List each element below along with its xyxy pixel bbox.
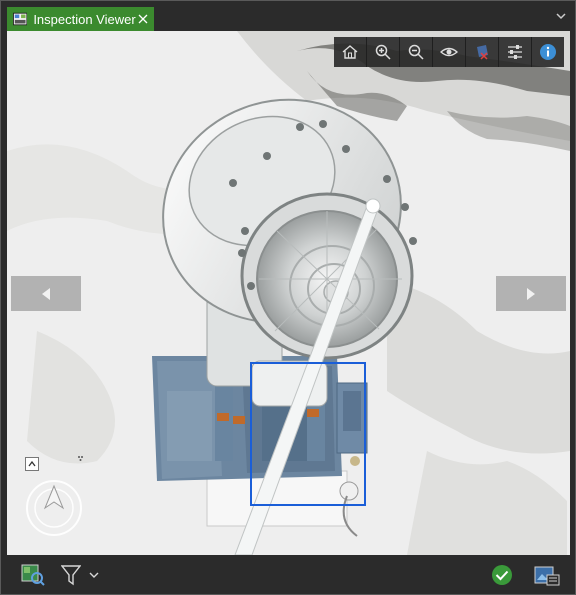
- selection-bounding-box[interactable]: [250, 362, 366, 506]
- next-image-button[interactable]: [496, 276, 566, 311]
- tab-title: Inspection Viewer: [33, 11, 136, 27]
- info-button[interactable]: [532, 37, 564, 67]
- arrow-right-icon: [527, 287, 535, 300]
- image-properties-icon: [534, 566, 560, 586]
- zoom-in-icon: [375, 44, 391, 60]
- image-properties-button[interactable]: [534, 564, 560, 586]
- accept-button[interactable]: [491, 564, 513, 586]
- info-icon: [540, 44, 556, 60]
- filter-icon: [61, 565, 81, 586]
- adjust-button[interactable]: [499, 37, 532, 67]
- overview-marker: [78, 456, 83, 461]
- compass-icon[interactable]: [24, 478, 84, 538]
- footprint-button[interactable]: [466, 37, 499, 67]
- image-viewport[interactable]: [7, 31, 570, 555]
- inspection-viewer-window: Inspection Viewer: [0, 0, 576, 595]
- inspection-viewer-icon: [13, 12, 28, 26]
- bottom-toolbar: [1, 556, 575, 594]
- footprint-icon: [477, 45, 488, 60]
- eye-icon: [440, 47, 458, 57]
- zoom-out-icon: [408, 44, 424, 60]
- previous-image-button[interactable]: [11, 276, 81, 311]
- tab-inspection-viewer[interactable]: Inspection Viewer: [7, 7, 154, 31]
- tab-bar: Inspection Viewer: [1, 1, 575, 31]
- arrow-left-icon: [42, 287, 50, 300]
- zoom-in-button[interactable]: [367, 37, 400, 67]
- image-search-button[interactable]: [21, 564, 45, 586]
- filter-button[interactable]: [61, 564, 99, 586]
- close-icon[interactable]: [136, 11, 150, 27]
- chevron-down-icon[interactable]: [555, 10, 567, 22]
- chevron-down-icon[interactable]: [89, 571, 99, 579]
- collapse-overview-button[interactable]: [25, 457, 39, 471]
- image-search-icon: [21, 564, 45, 586]
- viewer-toolbar: [334, 37, 564, 67]
- visibility-button[interactable]: [433, 37, 466, 67]
- home-icon: [342, 45, 358, 59]
- checkmark-icon: [492, 565, 512, 585]
- zoom-out-button[interactable]: [400, 37, 433, 67]
- home-button[interactable]: [334, 37, 367, 67]
- adjust-sliders-icon: [508, 45, 522, 59]
- chevron-up-icon: [28, 461, 36, 467]
